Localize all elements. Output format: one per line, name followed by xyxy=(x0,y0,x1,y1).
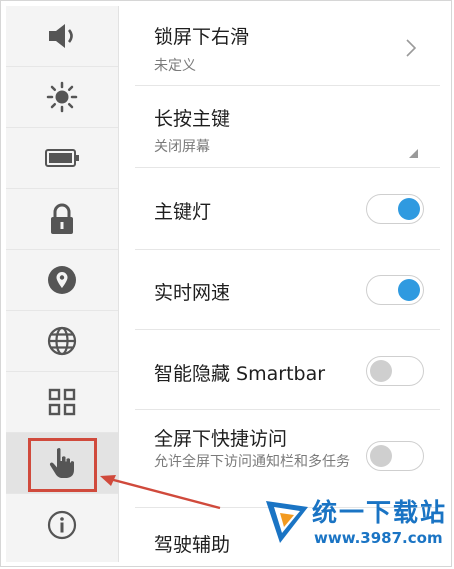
sidebar-item-security[interactable] xyxy=(6,189,118,250)
setting-title: 锁屏下右滑 xyxy=(154,26,250,48)
globe-icon xyxy=(47,326,77,356)
setting-realtime-network-speed[interactable]: 实时网速 xyxy=(119,250,440,330)
setting-title: 驾驶辅助 xyxy=(154,534,231,556)
sidebar-item-display[interactable] xyxy=(6,67,118,128)
home-key-light-toggle[interactable] xyxy=(366,194,424,224)
highlight-box xyxy=(28,438,97,492)
grid-icon xyxy=(48,388,76,416)
setting-title: 智能隐藏 Smartbar xyxy=(154,363,326,385)
setting-title: 主键灯 xyxy=(154,201,212,223)
battery-icon xyxy=(45,149,79,167)
setting-long-press-home[interactable]: 长按主键 关闭屏幕 xyxy=(119,86,440,168)
sidebar-item-location[interactable] xyxy=(6,250,118,311)
watermark-name: 统一下载站 xyxy=(312,498,448,527)
sidebar-item-sound[interactable] xyxy=(6,6,118,67)
location-icon xyxy=(48,266,76,294)
setting-value: 关闭屏幕 xyxy=(154,139,210,155)
quick-access-toggle[interactable] xyxy=(366,441,424,471)
sidebar-item-apps[interactable] xyxy=(6,372,118,433)
setting-lockscreen-swipe-right[interactable]: 锁屏下右滑 未定义 xyxy=(119,6,440,86)
annotation-arrow-icon xyxy=(100,475,221,510)
sidebar-item-network[interactable] xyxy=(6,311,118,372)
lock-icon xyxy=(51,203,73,234)
setting-home-key-light[interactable]: 主键灯 xyxy=(119,168,440,250)
network-speed-toggle[interactable] xyxy=(366,275,424,305)
setting-title: 实时网速 xyxy=(154,282,231,304)
smartbar-toggle[interactable] xyxy=(366,356,424,386)
setting-smart-hide-smartbar[interactable]: 智能隐藏 Smartbar xyxy=(119,330,440,410)
info-icon xyxy=(47,510,77,539)
site-watermark: 统一下载站 www.3987.com xyxy=(264,493,448,555)
chevron-right-icon xyxy=(406,39,416,57)
setting-description: 允许全屏下访问通知栏和多任务 xyxy=(154,454,350,470)
sidebar-item-battery[interactable] xyxy=(6,128,118,189)
setting-title: 全屏下快捷访问 xyxy=(154,428,288,450)
watermark-url: www.3987.com xyxy=(314,529,443,547)
setting-value: 未定义 xyxy=(154,58,196,74)
dropdown-corner-icon xyxy=(409,149,418,158)
watermark-logo-icon xyxy=(266,501,308,543)
setting-title: 长按主键 xyxy=(154,108,231,130)
brightness-icon xyxy=(46,81,78,113)
volume-icon xyxy=(49,24,73,48)
